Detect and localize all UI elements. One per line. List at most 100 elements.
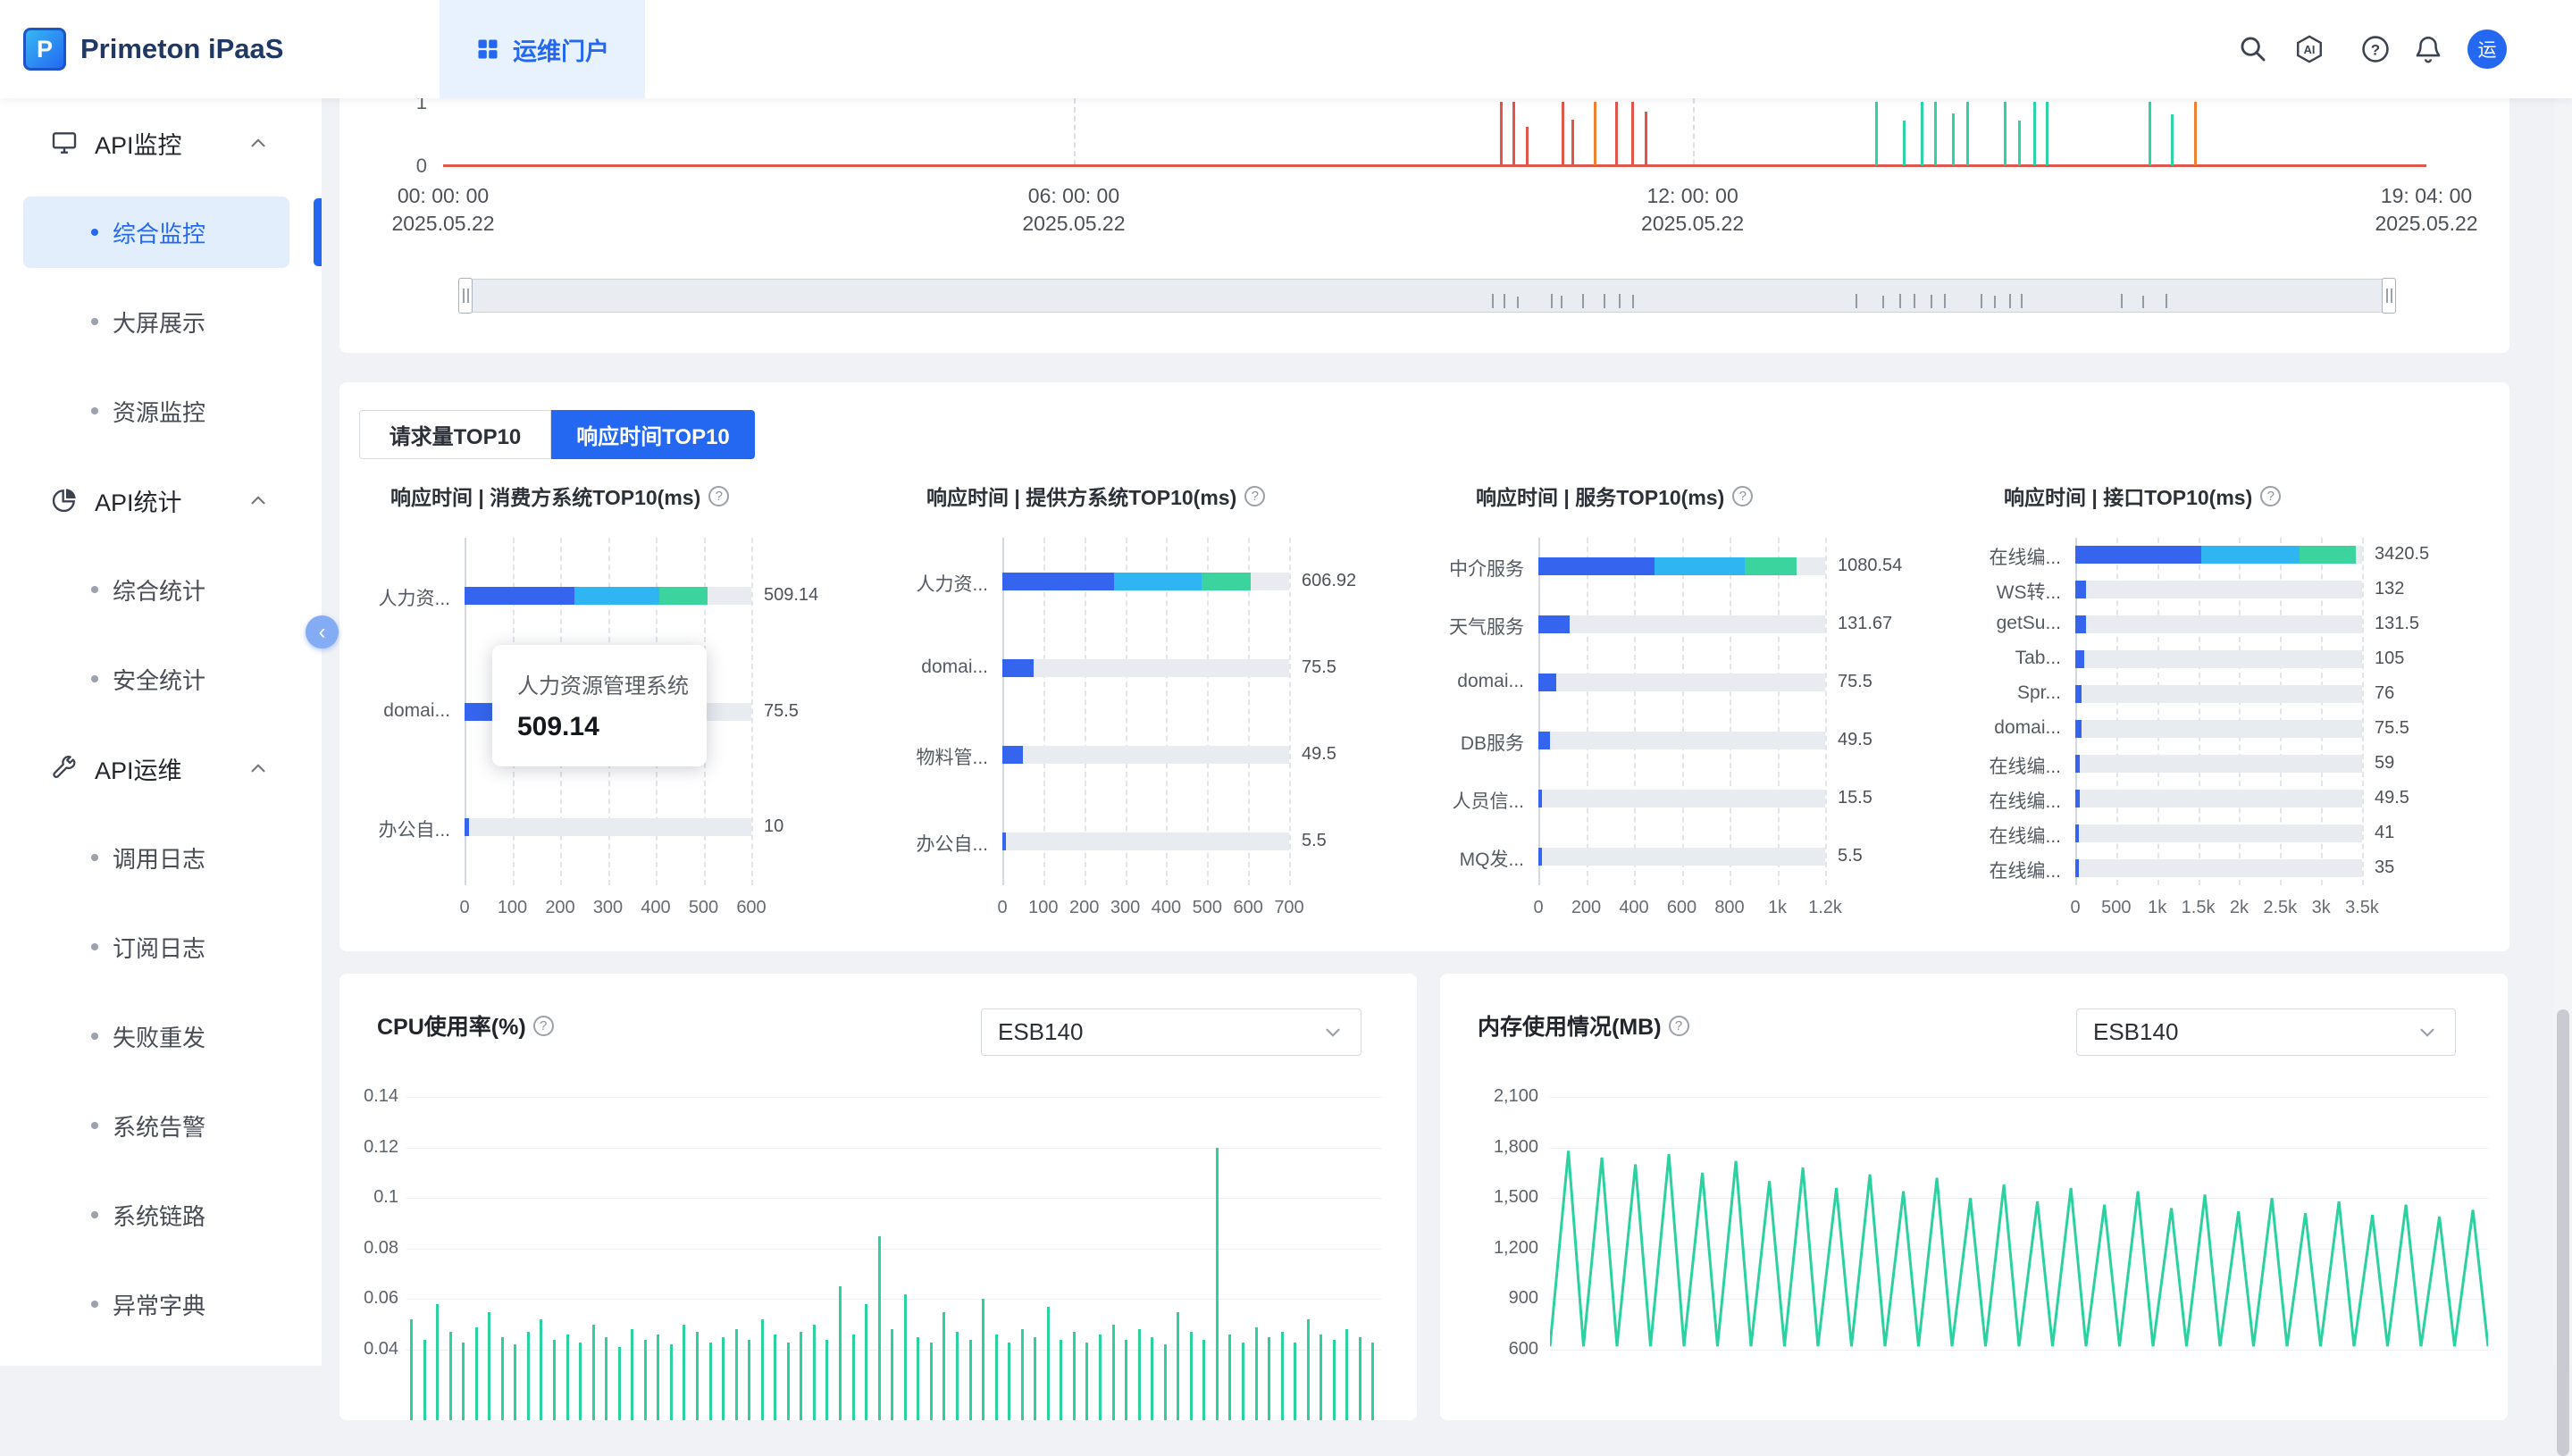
datazoom-mini-tick — [1981, 294, 1982, 308]
cpu-spike — [683, 1325, 685, 1420]
item-bullet — [91, 675, 98, 682]
sidebar-item[interactable]: 调用日志 — [0, 813, 322, 902]
sidebar-item[interactable]: 资源监控 — [0, 366, 322, 456]
cpu-spike — [800, 1332, 802, 1420]
cpu-spike — [865, 1304, 867, 1420]
datazoom-mini-tick — [1492, 294, 1494, 308]
cpu-spike — [540, 1319, 542, 1420]
cpu-spike — [1138, 1329, 1141, 1420]
sidebar-item[interactable]: 大屏展示 — [0, 277, 322, 366]
cpu-spike — [839, 1286, 842, 1420]
x-axis-tick-label: 0 — [2070, 898, 2080, 918]
bar-fill — [2075, 581, 2086, 598]
app-logo: P Primeton iPaaS — [23, 0, 283, 98]
datazoom-mini-tick — [1551, 294, 1553, 308]
cpu-spike — [969, 1340, 972, 1420]
sidebar-item[interactable]: 综合监控 — [0, 188, 322, 277]
x-axis-tick-label: 1k — [2148, 898, 2166, 918]
search-icon[interactable] — [2236, 32, 2270, 66]
portal-tab[interactable]: 运维门户 — [440, 0, 645, 98]
cpu-spike — [1281, 1332, 1284, 1420]
timeline-spike-teal — [1903, 121, 1906, 165]
bar-segment — [1745, 557, 1797, 575]
sidebar-section[interactable]: API监控 — [0, 98, 322, 188]
sidebar-section[interactable]: API统计 — [0, 456, 322, 545]
active-indicator — [314, 198, 322, 266]
timeline-spike-red — [1645, 112, 1647, 165]
bar-segment — [1538, 557, 1655, 575]
datazoom-mini-tick — [1504, 294, 1505, 308]
sidebar-section[interactable]: API运维 — [0, 724, 322, 813]
sidebar-item[interactable]: 安全统计 — [0, 634, 322, 724]
datazoom-slider[interactable] — [465, 279, 2390, 313]
datazoom-mini-tick — [1604, 294, 1605, 308]
ai-assistant-icon[interactable]: AI — [2292, 32, 2326, 66]
help-icon[interactable]: ? — [2260, 486, 2281, 506]
cpu-spike — [553, 1340, 556, 1420]
cpu-spike — [605, 1337, 607, 1420]
sidebar-item[interactable]: 订阅日志 — [0, 902, 322, 992]
sidebar-item[interactable]: 失败重发 — [0, 992, 322, 1081]
cpu-spike — [722, 1337, 725, 1420]
help-icon[interactable]: ? — [1732, 486, 1753, 506]
tooltip-value: 509.14 — [517, 712, 707, 742]
datazoom-mini-tick — [2142, 296, 2144, 308]
portal-tab-label: 运维门户 — [513, 32, 609, 67]
category-label: 在线编... — [1945, 787, 2061, 814]
datazoom-handle-right[interactable] — [2382, 278, 2396, 314]
cpu-spike — [527, 1332, 530, 1420]
datazoom-mini-tick — [1856, 294, 1857, 308]
bar-segment — [2075, 546, 2201, 564]
sidebar-item[interactable]: 异常字典 — [0, 1259, 322, 1349]
timeline-spike-teal — [1921, 102, 1923, 165]
sidebar-item[interactable]: 综合统计 — [0, 545, 322, 634]
datazoom-handle-left[interactable] — [458, 278, 473, 314]
category-label: Spr... — [1945, 682, 2061, 704]
cpu-spike-chart — [406, 974, 1381, 1420]
cpu-spike — [1255, 1327, 1258, 1420]
category-label: domai... — [334, 700, 450, 722]
chart-title-text: 响应时间 | 提供方系统TOP10(ms) — [926, 481, 1236, 511]
cpu-spike — [1190, 1332, 1193, 1420]
datazoom-mini-tick — [1517, 297, 1519, 308]
bar-value-label: 5.5 — [1302, 831, 1327, 851]
cpu-spike — [670, 1344, 673, 1420]
cpu-spike — [956, 1332, 959, 1420]
memory-line-chart — [1550, 974, 2488, 1420]
gridline — [1289, 538, 1291, 885]
help-icon[interactable]: ? — [1244, 486, 1265, 506]
user-avatar[interactable]: 运 — [2467, 29, 2507, 69]
category-label: 在线编... — [1945, 857, 2061, 883]
bar-value-label: 75.5 — [1302, 657, 1336, 678]
item-bullet — [91, 1301, 98, 1308]
bar-track — [1002, 573, 1289, 590]
bar-fill — [1002, 659, 1034, 677]
datazoom-mini-tick — [2166, 294, 2167, 308]
sidebar-collapse-button[interactable]: ‹ — [306, 615, 339, 649]
datazoom-mini-tick — [1632, 295, 1634, 308]
category-label: DB服务 — [1408, 729, 1524, 756]
chevron-left-icon: ‹ — [319, 622, 326, 643]
y-axis-tick-label: 0.08 — [339, 1238, 398, 1259]
x-axis-tick-label: 700 — [1274, 898, 1303, 918]
item-bullet — [91, 1033, 98, 1040]
cpu-spike — [1151, 1337, 1153, 1420]
help-icon[interactable]: ? — [708, 486, 729, 506]
notification-bell-icon[interactable] — [2411, 32, 2445, 66]
stats-icon — [50, 486, 79, 515]
sidebar-item[interactable]: 系统告警 — [0, 1081, 322, 1170]
bar-fill — [465, 818, 469, 836]
cpu-spike — [696, 1332, 699, 1420]
timeline-spike-red — [1526, 127, 1529, 165]
cpu-spike — [709, 1343, 712, 1421]
scrollbar-thumb[interactable] — [2557, 1009, 2569, 1456]
sidebar-item[interactable]: 系统链路 — [0, 1170, 322, 1259]
timeline-spike-red — [1562, 102, 1564, 165]
help-icon[interactable]: ? — [2358, 32, 2392, 66]
cpu-spike — [891, 1329, 893, 1420]
x-axis-tick-label: 500 — [1193, 898, 1222, 918]
gridline — [751, 538, 753, 885]
gridline — [1730, 538, 1731, 885]
cpu-spike — [1021, 1329, 1024, 1420]
cpu-spike — [592, 1325, 595, 1420]
